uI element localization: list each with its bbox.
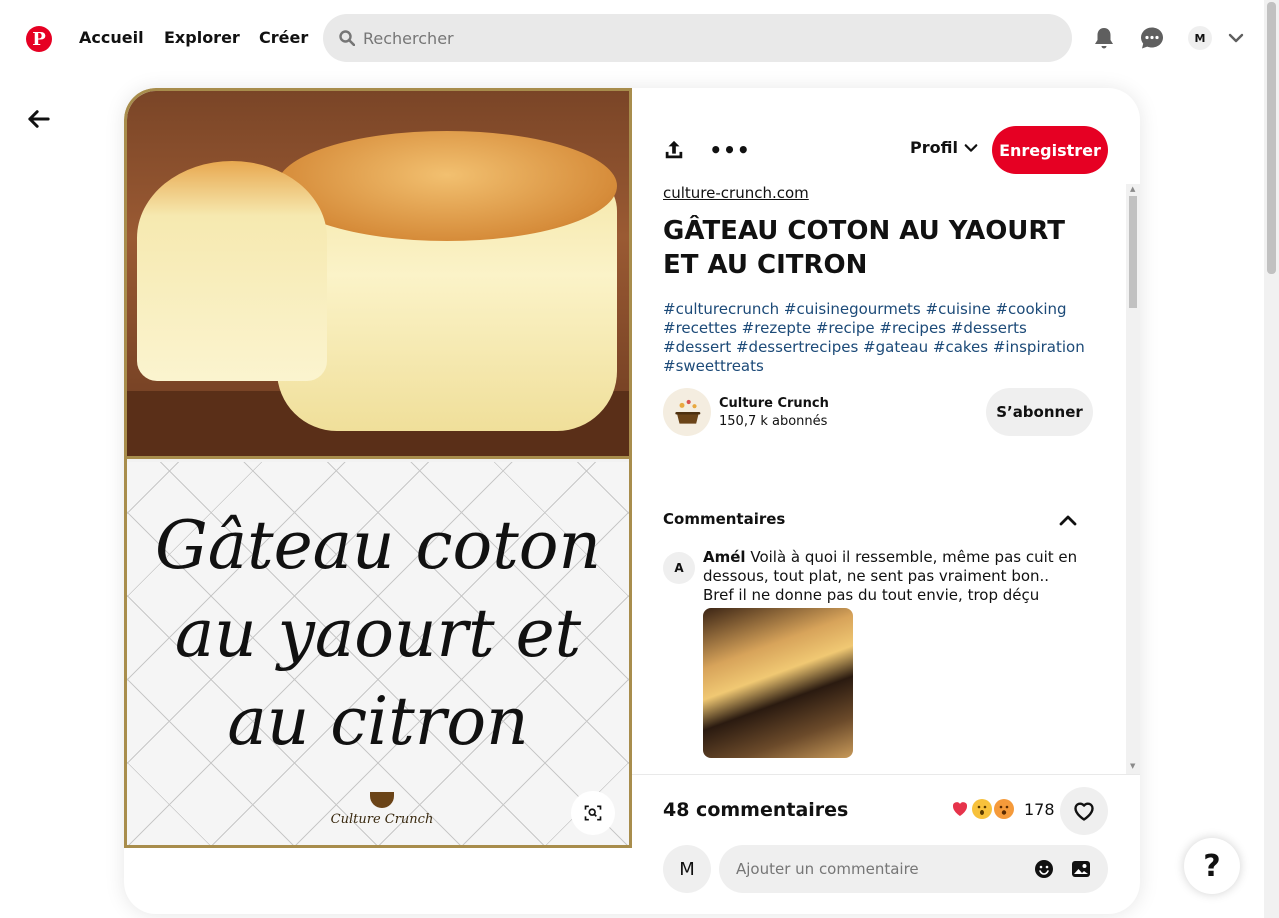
- author-followers: 150,7 k abonnés: [719, 414, 828, 429]
- wow-reaction-icon: [972, 799, 992, 819]
- pin-image[interactable]: Gâteau coton au yaourt et au citron Cult…: [124, 88, 632, 848]
- search-bar[interactable]: [323, 14, 1072, 62]
- comment-input-box[interactable]: [719, 845, 1108, 893]
- chevron-up-icon[interactable]: [1058, 510, 1078, 530]
- profile-board-select[interactable]: Profil: [910, 138, 978, 157]
- scroll-up-icon[interactable]: ▲: [1130, 185, 1135, 193]
- pinterest-logo-icon[interactable]: P: [26, 26, 52, 52]
- pin-details-scroll[interactable]: culture-crunch.com GÂTEAU COTON AU YAOUR…: [632, 184, 1140, 774]
- details-scrollbar-thumb[interactable]: [1129, 196, 1137, 308]
- more-options-button[interactable]: •••: [709, 136, 749, 164]
- source-link[interactable]: culture-crunch.com: [663, 184, 809, 202]
- pot-icon: [370, 792, 394, 808]
- image-upload-icon[interactable]: [1071, 859, 1091, 879]
- visual-search-button[interactable]: [571, 791, 615, 835]
- author-name[interactable]: Culture Crunch: [719, 396, 829, 411]
- pin-title: GÂTEAU COTON AU YAOURT ET AU CITRON: [663, 216, 1066, 280]
- cake-slice: [137, 161, 327, 381]
- scroll-down-icon[interactable]: ▼: [1130, 762, 1135, 770]
- help-button[interactable]: ?: [1184, 838, 1240, 894]
- details-scrollbar[interactable]: ▲ ▼: [1126, 184, 1140, 774]
- my-avatar[interactable]: M: [663, 845, 711, 893]
- comment-photo[interactable]: [703, 608, 853, 758]
- bell-icon[interactable]: [1092, 26, 1116, 50]
- chevron-down-icon: [964, 143, 978, 152]
- back-arrow-icon[interactable]: [26, 106, 52, 132]
- surprised-reaction-icon: [994, 799, 1014, 819]
- comment-text: Voilà à quoi il ressemble, même pas cuit…: [703, 548, 1078, 604]
- cake-top: [277, 131, 617, 241]
- pin-image-text: Gâteau coton au yaourt et au citron: [155, 507, 601, 760]
- heart-reaction-icon: [950, 799, 970, 819]
- profile-select-label: Profil: [910, 138, 958, 157]
- comments-heading[interactable]: Commentaires: [663, 510, 1093, 528]
- save-button[interactable]: Enregistrer: [992, 126, 1108, 174]
- user-avatar[interactable]: M: [1188, 26, 1212, 50]
- share-button[interactable]: [660, 136, 688, 164]
- messages-icon[interactable]: [1140, 26, 1164, 50]
- page-scrollbar[interactable]: [1264, 0, 1279, 918]
- lens-icon: [584, 805, 602, 821]
- pin-text-panel: Gâteau coton au yaourt et au citron Cult…: [127, 462, 629, 845]
- pin-actions-bar: ••• Profil Enregistrer: [632, 88, 1140, 184]
- commenter-name[interactable]: Amél: [703, 548, 746, 566]
- chevron-down-icon[interactable]: [1228, 30, 1244, 46]
- pot-icon: [675, 399, 701, 424]
- author-avatar[interactable]: [663, 388, 711, 436]
- pin-card: Gâteau coton au yaourt et au citron Cult…: [124, 88, 1140, 914]
- cake-photo: [127, 91, 629, 459]
- comments-footer: 48 commentaires 178 M: [632, 774, 1140, 914]
- follow-button[interactable]: S’abonner: [986, 388, 1093, 436]
- comment-text-block: Amél Voilà à quoi il ressemble, même pas…: [703, 548, 1083, 605]
- emoji-icon[interactable]: [1034, 859, 1054, 879]
- nav-create-link[interactable]: Créer: [259, 28, 308, 47]
- nav-explore-link[interactable]: Explorer: [164, 28, 240, 47]
- commenter-avatar[interactable]: A: [663, 552, 695, 584]
- image-brand-mark: Culture Crunch: [327, 792, 437, 827]
- search-input[interactable]: [363, 28, 1043, 48]
- reactions-count: 178: [1024, 799, 1055, 819]
- comment-count: 48 commentaires: [663, 799, 849, 821]
- reactions-summary[interactable]: 178: [950, 799, 1055, 819]
- hashtags[interactable]: #culturecrunch #cuisinegourmets #cuisine…: [663, 300, 1093, 376]
- page-scrollbar-thumb[interactable]: [1267, 2, 1276, 274]
- share-icon: [665, 140, 683, 159]
- comment-input[interactable]: [736, 860, 1016, 878]
- nav-home-link[interactable]: Accueil: [79, 28, 144, 47]
- react-button[interactable]: [1060, 787, 1108, 835]
- search-icon: [339, 30, 355, 46]
- heart-icon: [1074, 802, 1094, 821]
- author-row: Culture Crunch 150,7 k abonnés S’abonner: [663, 388, 1093, 436]
- image-brand-label: Culture Crunch: [330, 812, 434, 827]
- top-header: P Accueil Explorer Créer M: [0, 0, 1264, 78]
